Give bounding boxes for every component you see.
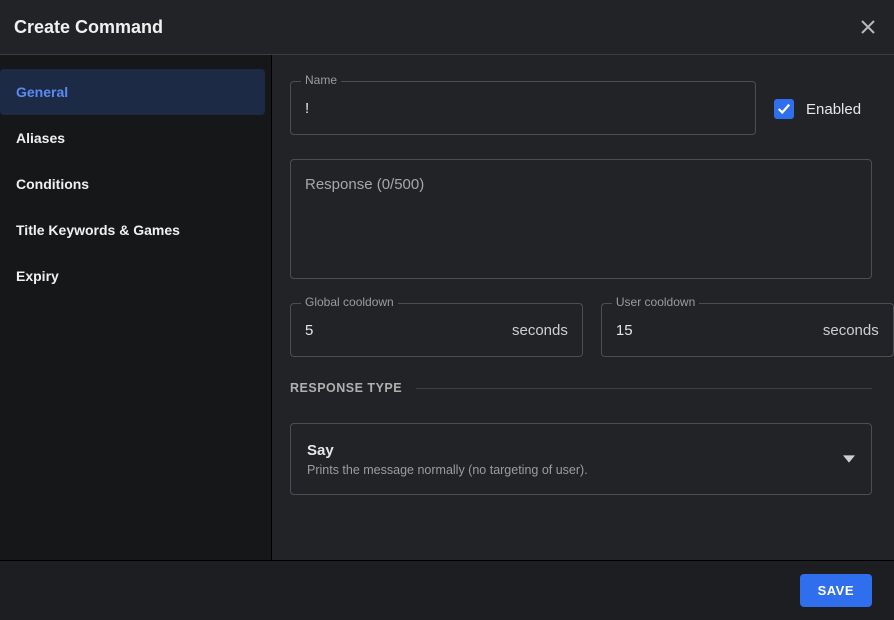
- name-label: Name: [301, 73, 341, 87]
- tab-conditions[interactable]: Conditions: [0, 161, 265, 207]
- name-field: Name: [290, 81, 756, 135]
- tab-title-keywords-games[interactable]: Title Keywords & Games: [0, 207, 265, 253]
- tab-label: Aliases: [16, 130, 65, 146]
- response-type-select[interactable]: Say Prints the message normally (no targ…: [290, 423, 872, 495]
- user-cooldown-input[interactable]: [616, 304, 815, 356]
- tab-label: General: [16, 84, 68, 100]
- tab-label: Title Keywords & Games: [16, 222, 180, 238]
- response-placeholder: Response (0/500): [305, 176, 424, 193]
- global-cooldown-label: Global cooldown: [301, 295, 398, 309]
- enabled-checkbox[interactable]: [774, 99, 794, 119]
- tab-label: Expiry: [16, 268, 59, 284]
- global-cooldown-field: Global cooldown seconds: [290, 303, 583, 357]
- close-button[interactable]: [856, 15, 880, 39]
- global-cooldown-input[interactable]: [305, 304, 504, 356]
- dialog-footer: SAVE: [0, 560, 894, 620]
- response-type-desc: Prints the message normally (no targetin…: [307, 463, 588, 477]
- save-button[interactable]: SAVE: [800, 574, 872, 607]
- global-cooldown-suffix: seconds: [512, 322, 568, 339]
- response-type-divider: RESPONSE TYPE: [290, 381, 872, 395]
- user-cooldown-suffix: seconds: [823, 322, 879, 339]
- chevron-down-icon: [843, 453, 855, 465]
- divider-line: [416, 388, 872, 389]
- response-type-title: Say: [307, 442, 588, 459]
- check-icon: [777, 102, 791, 116]
- response-type-section-label: RESPONSE TYPE: [290, 381, 402, 395]
- user-cooldown-label: User cooldown: [612, 295, 699, 309]
- tab-general[interactable]: General: [0, 69, 265, 115]
- main-panel: Name Enabled Response (0/500) Glob: [272, 55, 894, 560]
- tab-aliases[interactable]: Aliases: [0, 115, 265, 161]
- enabled-label: Enabled: [806, 101, 861, 118]
- user-cooldown-field: User cooldown seconds: [601, 303, 894, 357]
- save-button-label: SAVE: [818, 583, 854, 598]
- tab-label: Conditions: [16, 176, 89, 192]
- response-textarea[interactable]: Response (0/500): [290, 159, 872, 279]
- dialog-header: Create Command: [0, 0, 894, 55]
- tab-expiry[interactable]: Expiry: [0, 253, 265, 299]
- dialog-title: Create Command: [14, 17, 163, 38]
- name-input[interactable]: [305, 82, 741, 134]
- close-icon: [860, 19, 876, 35]
- sidebar: General Aliases Conditions Title Keyword…: [0, 55, 272, 560]
